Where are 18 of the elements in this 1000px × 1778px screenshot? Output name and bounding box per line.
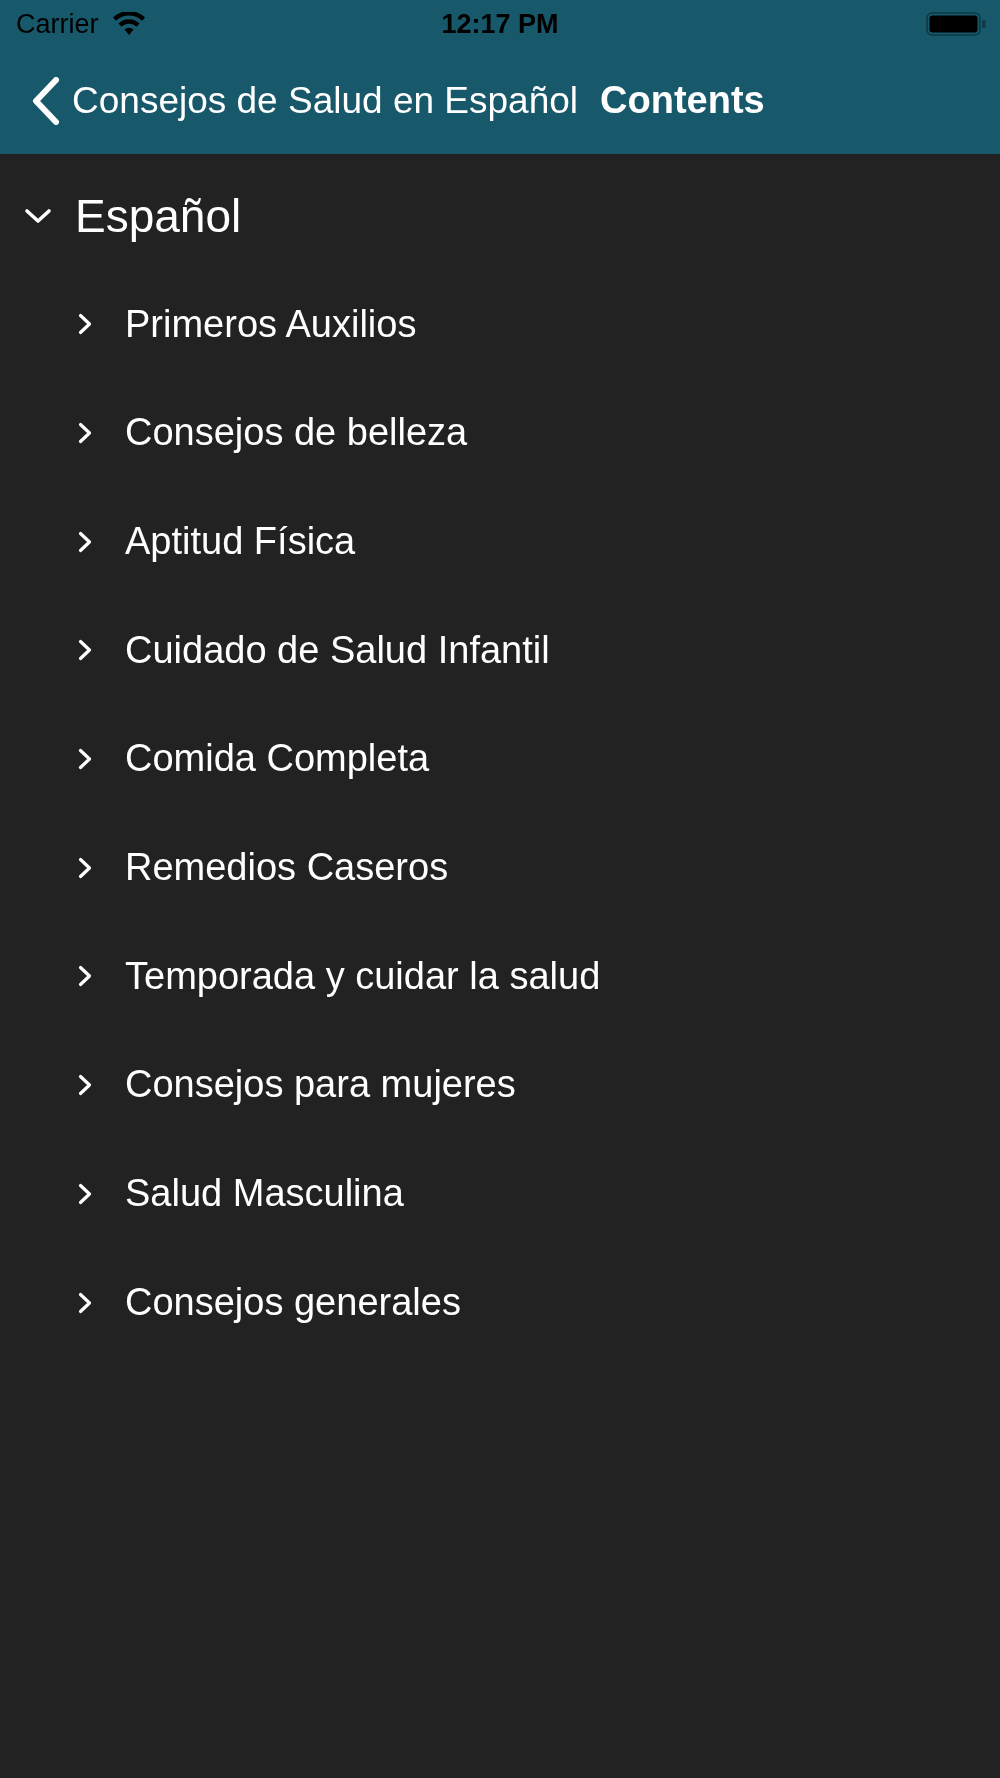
screen-title: Contents <box>600 80 765 122</box>
wifi-icon <box>112 12 145 36</box>
tree-section-item[interactable]: Español <box>0 162 1000 270</box>
tree-item[interactable]: Consejos generales <box>0 1248 1000 1357</box>
tree-item[interactable]: Cuidado de Salud Infantil <box>0 596 1000 705</box>
carrier-label: Carrier <box>16 10 99 38</box>
tree-item[interactable]: Consejos para mujeres <box>0 1030 1000 1140</box>
back-button[interactable]: Consejos de Salud en Español <box>30 77 579 125</box>
tree-item[interactable]: Consejos de belleza <box>0 378 1000 488</box>
tree-item[interactable]: Primeros Auxilios <box>0 270 1000 379</box>
tree-item[interactable]: Remedios Caseros <box>0 813 1000 923</box>
tree-item[interactable]: Aptitud Física <box>0 487 1000 597</box>
back-chevron-icon <box>30 77 60 125</box>
battery-icon <box>926 12 986 36</box>
tree-item[interactable]: Salud Masculina <box>0 1139 1000 1249</box>
tree-item[interactable]: Temporada y cuidar la salud <box>0 922 1000 1031</box>
tree-item[interactable]: Comida Completa <box>0 704 1000 814</box>
clock-time: 12:17 PM <box>441 10 559 38</box>
